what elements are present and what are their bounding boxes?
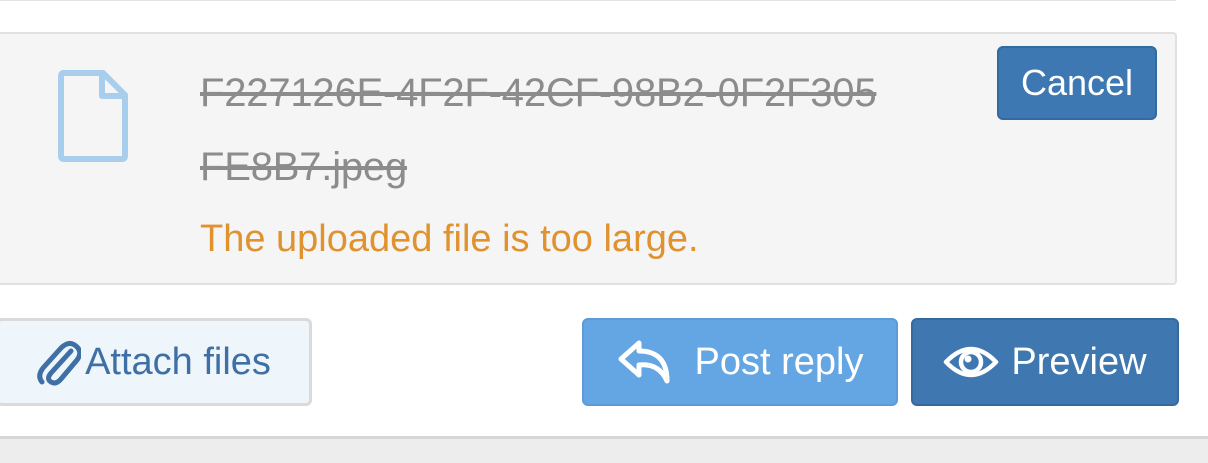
preview-button[interactable]: Preview <box>911 318 1179 406</box>
cancel-upload-button[interactable]: Cancel <box>997 46 1157 120</box>
preview-label: Preview <box>1011 340 1147 383</box>
attachment-file-name: F227126E-4F2F-42CF-98B2-0F2F305FE8B7.jpe… <box>200 71 877 189</box>
top-divider <box>0 0 1176 1</box>
post-reply-button[interactable]: Post reply <box>582 318 898 406</box>
eye-icon <box>943 342 999 382</box>
reply-icon <box>617 337 673 387</box>
attachment-upload-row: F227126E-4F2F-42CF-98B2-0F2F305FE8B7.jpe… <box>0 32 1177 285</box>
attach-files-button[interactable]: Attach files <box>0 318 312 406</box>
reply-editor-page: F227126E-4F2F-42CF-98B2-0F2F305FE8B7.jpe… <box>0 0 1208 463</box>
file-icon <box>58 70 128 162</box>
footer-bar <box>0 436 1208 463</box>
post-reply-label: Post reply <box>694 340 864 383</box>
upload-error-message: The uploaded file is too large. <box>200 218 699 260</box>
attach-files-label: Attach files <box>85 340 271 383</box>
paperclip-icon <box>37 337 82 387</box>
